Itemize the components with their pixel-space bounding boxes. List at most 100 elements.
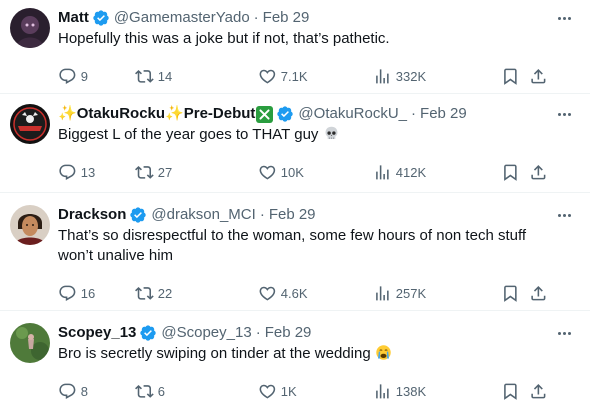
timestamp[interactable]: Feb 29 <box>420 104 467 124</box>
tweet-text: Bro is secretly swiping on tinder at the… <box>58 344 574 364</box>
like-button[interactable]: 7.1K <box>258 67 373 86</box>
reply-button[interactable]: 16 <box>58 284 135 303</box>
avatar[interactable] <box>10 323 50 363</box>
like-button[interactable]: 1K <box>258 382 373 401</box>
more-options-button[interactable] <box>554 205 574 225</box>
reply-icon <box>59 383 76 399</box>
heart-icon <box>259 69 276 84</box>
reply-count: 16 <box>80 285 96 301</box>
like-count: 7.1K <box>280 68 308 84</box>
share-icon <box>531 164 546 180</box>
action-bar: 8 6 1K 138K <box>58 375 574 407</box>
handle[interactable]: @GamemasterYado <box>114 8 250 28</box>
tweet-text: Hopefully this was a joke but if not, th… <box>58 30 390 47</box>
view-count: 412K <box>395 164 427 180</box>
bookmark-icon <box>504 383 517 400</box>
reply-icon <box>59 285 76 301</box>
avatar[interactable] <box>10 104 50 144</box>
handle[interactable]: @OtakuRockU_ <box>298 104 407 124</box>
share-icon <box>531 285 546 301</box>
bookmark-button[interactable] <box>501 382 529 401</box>
bookmark-icon <box>504 164 517 181</box>
reply-feed: Matt @GamemasterYado · Feb 29 Hopefully … <box>0 0 590 409</box>
retweet-icon <box>135 69 154 83</box>
skull-emoji-icon <box>325 126 338 140</box>
view-count: 332K <box>395 68 427 84</box>
like-count: 1K <box>280 383 297 399</box>
more-options-button[interactable] <box>554 104 574 124</box>
more-options-button[interactable] <box>554 323 574 343</box>
bookmark-icon <box>504 285 517 302</box>
reply-icon <box>59 164 76 180</box>
action-bar: 9 14 7.1K 332K <box>58 60 574 92</box>
bookmark-button[interactable] <box>501 163 529 182</box>
dark-hooded-figure-avatar-icon <box>10 8 50 48</box>
share-button[interactable] <box>529 67 549 86</box>
avatar[interactable] <box>10 8 50 48</box>
bookmark-icon <box>504 68 517 85</box>
reply-button[interactable]: 8 <box>58 382 135 401</box>
tweet[interactable]: ✨OtakuRocku✨Pre-Debut @OtakuRockU_ · Feb… <box>0 94 590 193</box>
tweet-text: That’s so disrespectful to the woman, so… <box>58 227 527 264</box>
sparkles-emoji-icon: ✨ <box>165 105 184 122</box>
like-count: 10K <box>280 164 304 180</box>
verified-badge-icon <box>139 324 157 342</box>
reply-button[interactable]: 13 <box>58 163 135 182</box>
separator: · <box>411 105 417 122</box>
tweet[interactable]: Scopey_13 @Scopey_13 · Feb 29 Bro is sec… <box>0 311 590 409</box>
retweet-button[interactable]: 6 <box>135 382 258 401</box>
person-portrait-avatar-icon <box>10 205 50 245</box>
timestamp[interactable]: Feb 29 <box>263 8 310 28</box>
green-field-avatar-icon <box>10 323 50 363</box>
like-button[interactable]: 10K <box>258 163 373 182</box>
bookmark-button[interactable] <box>501 284 529 303</box>
retweet-icon <box>135 384 154 398</box>
retweet-button[interactable]: 14 <box>135 67 258 86</box>
heart-icon <box>259 384 276 399</box>
tweet[interactable]: Drackson @drakson_MCI · Feb 29 That’s so… <box>0 193 590 311</box>
sparkles-emoji-icon: ✨ <box>58 105 77 122</box>
retweet-button[interactable]: 22 <box>135 284 258 303</box>
view-count: 138K <box>395 383 427 399</box>
reply-count: 8 <box>80 383 88 399</box>
views-button[interactable]: 138K <box>373 382 501 401</box>
timestamp[interactable]: Feb 29 <box>265 323 312 343</box>
like-button[interactable]: 4.6K <box>258 284 373 303</box>
share-button[interactable] <box>529 163 549 182</box>
retweet-icon <box>135 165 154 179</box>
display-name[interactable]: Drackson <box>58 205 126 225</box>
share-icon <box>531 383 546 399</box>
view-count: 257K <box>395 285 427 301</box>
reply-icon <box>59 68 76 84</box>
display-name[interactable]: ✨OtakuRocku✨Pre-Debut <box>58 104 255 124</box>
heart-icon <box>259 165 276 180</box>
views-chart-icon <box>376 164 389 180</box>
check-mark-emoji-icon <box>256 105 274 123</box>
tweet-text: Biggest L of the year goes to THAT guy <box>58 125 574 145</box>
views-chart-icon <box>376 285 389 301</box>
share-button[interactable] <box>529 382 549 401</box>
handle[interactable]: @Scopey_13 <box>161 323 251 343</box>
display-name[interactable]: Matt <box>58 8 89 28</box>
verified-badge-icon <box>129 206 147 224</box>
bookmark-button[interactable] <box>501 67 529 86</box>
more-options-button[interactable] <box>554 8 574 28</box>
heart-icon <box>259 286 276 301</box>
avatar[interactable] <box>10 205 50 245</box>
action-bar: 13 27 10K 412K <box>58 156 574 188</box>
timestamp[interactable]: Feb 29 <box>269 205 316 225</box>
reply-count: 13 <box>80 164 96 180</box>
retweet-button[interactable]: 27 <box>135 163 258 182</box>
display-name[interactable]: Scopey_13 <box>58 323 136 343</box>
verified-badge-icon <box>92 9 110 27</box>
views-button[interactable]: 412K <box>373 163 501 182</box>
share-button[interactable] <box>529 284 549 303</box>
tweet[interactable]: Matt @GamemasterYado · Feb 29 Hopefully … <box>0 0 590 94</box>
separator: · <box>255 324 261 341</box>
views-button[interactable]: 332K <box>373 67 501 86</box>
views-button[interactable]: 257K <box>373 284 501 303</box>
separator: · <box>253 9 259 26</box>
handle[interactable]: @drakson_MCI <box>151 205 255 225</box>
verified-badge-icon <box>276 105 294 123</box>
reply-button[interactable]: 9 <box>58 67 135 86</box>
